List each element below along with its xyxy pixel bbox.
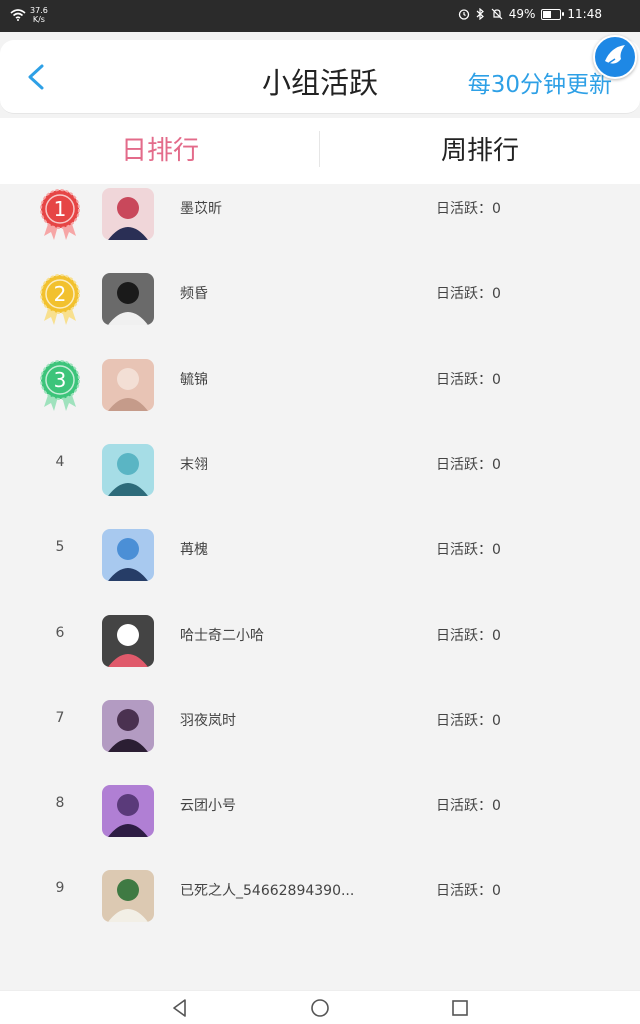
daily-activity: 日活跃：0 bbox=[436, 286, 501, 303]
ranking-tabs: 日排行 周排行 bbox=[0, 118, 640, 184]
battery-level bbox=[543, 10, 552, 18]
ranking-row[interactable]: 8 云团小号 日活跃：0 bbox=[0, 785, 640, 888]
daily-activity: 日活跃：0 bbox=[436, 712, 501, 729]
avatar[interactable] bbox=[102, 188, 154, 240]
daily-activity: 日活跃：0 bbox=[436, 883, 501, 900]
tab-weekly[interactable]: 周排行 bbox=[320, 118, 640, 184]
daily-activity: 日活跃：0 bbox=[436, 201, 501, 217]
rank-number: 5 bbox=[55, 539, 65, 556]
member-name: 频昏 bbox=[180, 286, 208, 303]
ranking-row[interactable]: 9 已死之人_54662894390... 日活跃：0 bbox=[0, 870, 640, 973]
member-name: 羽夜岚时 bbox=[180, 712, 236, 729]
rank-number: 3 bbox=[54, 368, 67, 392]
rank-medal-icon: 3 bbox=[38, 359, 82, 419]
ranking-row[interactable]: 6 哈士奇二小哈 日活跃：0 bbox=[0, 614, 640, 718]
tab-divider bbox=[319, 131, 320, 167]
rank-number: 4 bbox=[55, 453, 65, 470]
rank-number: 7 bbox=[55, 709, 65, 726]
net-speed: 37.6 K/s bbox=[30, 6, 48, 24]
mute-icon bbox=[491, 8, 503, 20]
tab-daily[interactable]: 日排行 bbox=[0, 118, 320, 184]
member-name: 末翎 bbox=[180, 456, 208, 473]
rank-number: 2 bbox=[54, 282, 67, 306]
daily-activity: 日活跃：0 bbox=[436, 627, 501, 644]
avatar[interactable] bbox=[102, 443, 154, 496]
avatar[interactable] bbox=[102, 529, 154, 582]
avatar[interactable] bbox=[102, 870, 154, 923]
nav-recent-icon[interactable] bbox=[449, 997, 471, 1019]
floating-assistant-button[interactable] bbox=[593, 35, 637, 79]
nav-home-icon[interactable] bbox=[309, 997, 331, 1019]
avatar[interactable] bbox=[102, 614, 154, 667]
rank-medal-icon: 2 bbox=[38, 273, 82, 333]
ranking-row[interactable]: 5 苒槐 日活跃：0 bbox=[0, 529, 640, 632]
update-note: 每30分钟更新 bbox=[467, 72, 612, 98]
avatar[interactable] bbox=[102, 358, 154, 411]
rank-number: 1 bbox=[54, 197, 67, 221]
ranking-row[interactable]: 7 羽夜岚时 日活跃：0 bbox=[0, 699, 640, 803]
rank-number: 9 bbox=[55, 880, 65, 897]
member-name: 已死之人_54662894390... bbox=[180, 883, 355, 900]
avatar[interactable] bbox=[102, 785, 154, 838]
member-name: 毓锦 bbox=[180, 371, 208, 388]
battery-percent: 49% bbox=[508, 7, 536, 21]
daily-activity: 日活跃：0 bbox=[436, 371, 501, 388]
member-name: 墨苡昕 bbox=[180, 201, 222, 217]
rank-number: 8 bbox=[55, 795, 65, 812]
header-bar: 小组活跃 每30分钟更新 bbox=[0, 40, 640, 114]
member-name: 苒槐 bbox=[180, 542, 208, 559]
avatar[interactable] bbox=[102, 273, 154, 326]
member-name: 云团小号 bbox=[180, 798, 236, 815]
member-name: 哈士奇二小哈 bbox=[180, 627, 264, 644]
clock: 11:48 bbox=[567, 7, 602, 21]
daily-activity: 日活跃：0 bbox=[436, 542, 501, 559]
alarm-icon bbox=[458, 9, 469, 20]
system-nav-bar bbox=[0, 990, 640, 1024]
daily-activity: 日活跃：0 bbox=[436, 798, 501, 815]
daily-activity: 日活跃：0 bbox=[436, 456, 501, 473]
status-bar: 37.6 K/s 49% 11:48 bbox=[0, 0, 640, 32]
rank-medal-icon: 1 bbox=[38, 188, 82, 248]
avatar[interactable] bbox=[102, 699, 154, 752]
rank-number: 6 bbox=[55, 624, 65, 641]
ranking-row[interactable]: 4 末翎 日活跃：0 bbox=[0, 443, 640, 547]
wifi-icon bbox=[10, 9, 26, 21]
bluetooth-icon bbox=[476, 8, 484, 20]
bird-icon bbox=[605, 45, 625, 64]
ranking-row[interactable]: 2 频昏 日活跃：0 bbox=[0, 273, 640, 376]
net-speed-unit: K/s bbox=[32, 15, 45, 24]
battery-icon bbox=[541, 8, 565, 20]
ranking-row[interactable]: 1 墨苡昕 日活跃：0 bbox=[0, 188, 640, 291]
net-speed-value: 37.6 bbox=[30, 6, 48, 15]
ranking-row[interactable]: 3 毓锦 日活跃：0 bbox=[0, 358, 640, 462]
nav-back-icon[interactable] bbox=[169, 997, 191, 1019]
